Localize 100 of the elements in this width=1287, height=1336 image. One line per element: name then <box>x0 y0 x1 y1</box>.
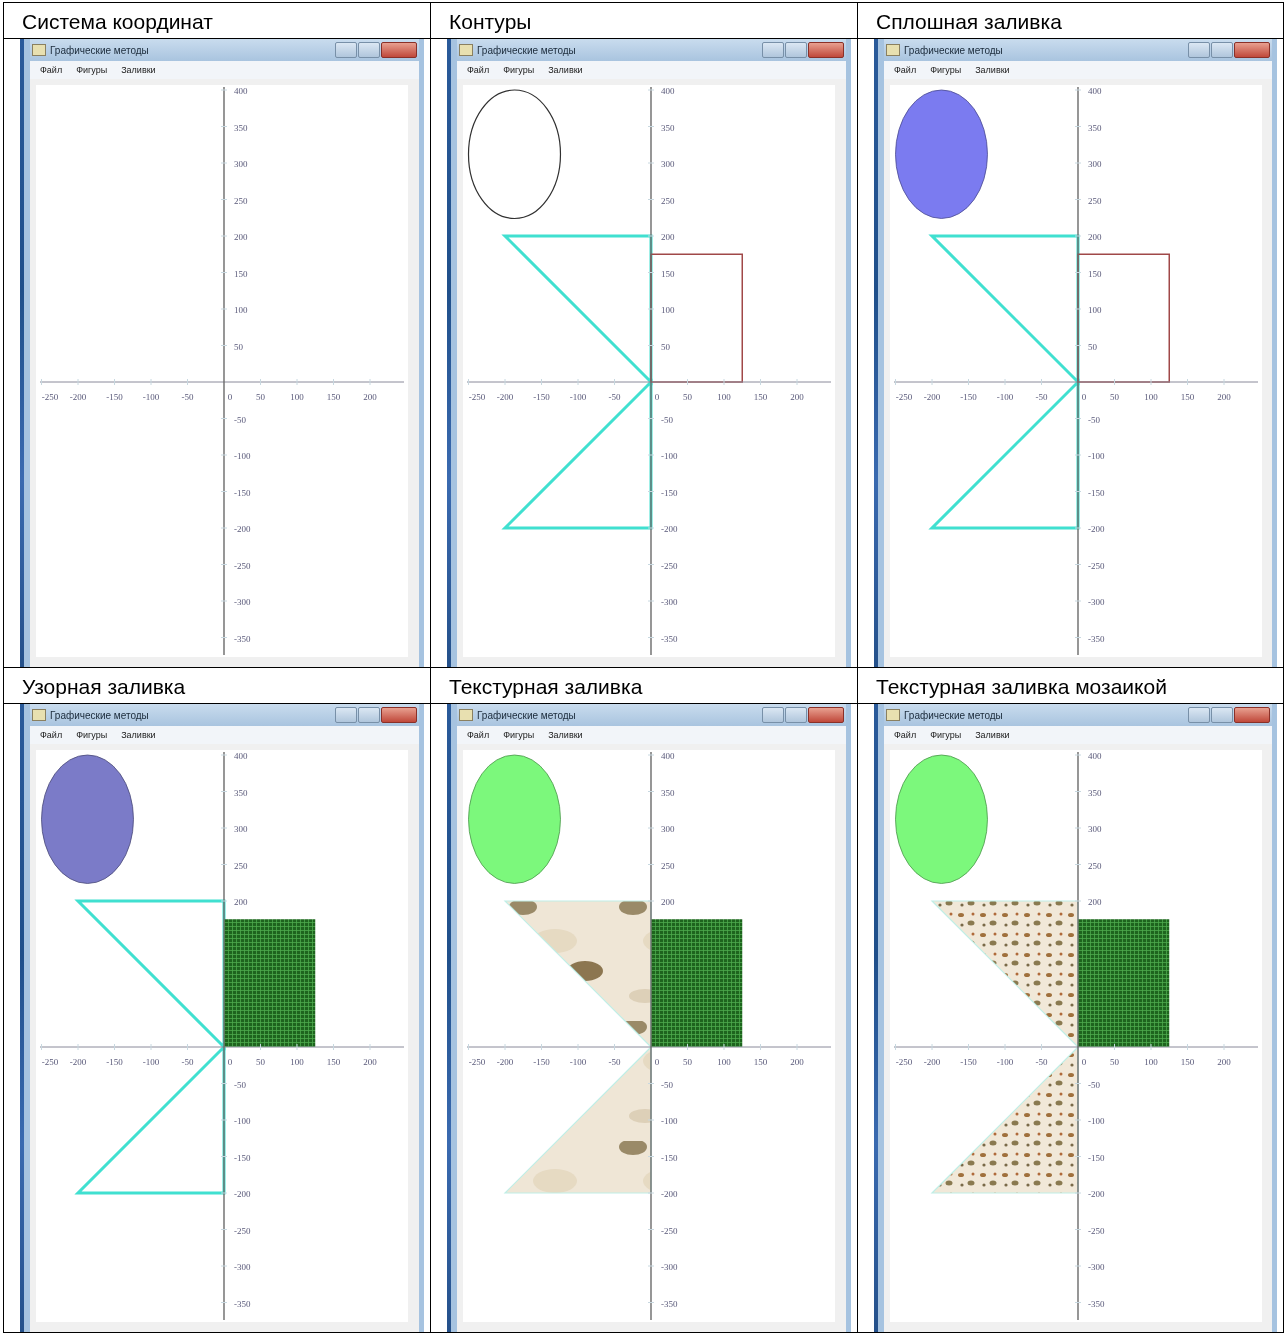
minimize-button[interactable] <box>762 707 784 723</box>
tick-label: 300 <box>661 159 675 169</box>
tick-label: -250 <box>234 1225 251 1236</box>
app-icon <box>886 709 900 721</box>
tick-label: 350 <box>661 787 675 798</box>
close-button[interactable] <box>381 707 417 723</box>
maximize-button[interactable] <box>1211 707 1233 723</box>
tick-label: -50 <box>661 1079 673 1090</box>
menu-item[interactable]: Файл <box>40 65 63 75</box>
tick-label: 0 <box>654 392 660 402</box>
tick-label: -100 <box>996 1057 1014 1067</box>
tick-label: 50 <box>661 341 670 352</box>
tick-label: 250 <box>1088 195 1102 206</box>
app-icon <box>459 709 473 721</box>
tick-label: -100 <box>661 1116 678 1126</box>
tick-label: -150 <box>533 1057 550 1067</box>
tick-label: 50 <box>1110 392 1119 402</box>
tick-label: 100 <box>1144 392 1158 402</box>
tick-label: 50 <box>1088 341 1097 352</box>
tick-label: -250 <box>468 392 486 402</box>
tick-label: 100 <box>1088 305 1102 315</box>
close-button[interactable] <box>381 42 417 58</box>
tick-label: 200 <box>790 392 804 402</box>
close-button[interactable] <box>1234 707 1270 723</box>
menu-item[interactable]: Фигуры <box>930 65 962 75</box>
tick-label: -50 <box>1035 1057 1048 1067</box>
tick-label: -50 <box>1035 392 1048 402</box>
app-icon <box>32 44 46 56</box>
menu-item[interactable]: Заливки <box>121 730 156 740</box>
tick-label: -350 <box>1088 1298 1105 1309</box>
tick-label: 400 <box>1088 86 1102 96</box>
tick-label: -150 <box>1088 487 1105 498</box>
tick-label: 250 <box>234 860 248 871</box>
tick-label: -350 <box>1088 633 1105 644</box>
tick-label: -100 <box>234 1116 251 1126</box>
tick-label: 200 <box>234 232 248 242</box>
window-title: Графические методы <box>904 44 1003 56</box>
maximize-button[interactable] <box>358 707 380 723</box>
tick-label: -50 <box>181 392 194 402</box>
tick-label: 400 <box>234 751 248 761</box>
close-button[interactable] <box>808 707 844 723</box>
tick-label: 150 <box>326 392 341 402</box>
tick-label: -250 <box>1088 560 1105 571</box>
tick-label: 0 <box>654 1057 660 1067</box>
window-title: Графические методы <box>50 709 149 721</box>
tick-label: -300 <box>234 597 251 607</box>
menu-item[interactable]: Файл <box>467 65 490 75</box>
tick-label: 200 <box>661 897 675 907</box>
menu-item[interactable]: Фигуры <box>503 65 535 75</box>
tick-label: -300 <box>661 597 678 607</box>
tick-label: -250 <box>895 1057 913 1067</box>
menu-item[interactable]: Фигуры <box>76 730 108 740</box>
tick-label: -100 <box>142 1057 160 1067</box>
maximize-button[interactable] <box>785 707 807 723</box>
tick-label: -250 <box>468 1057 486 1067</box>
menu-item[interactable]: Заливки <box>975 65 1010 75</box>
tick-label: -200 <box>661 1189 678 1199</box>
menu-item[interactable]: Заливки <box>121 65 156 75</box>
tick-label: -350 <box>661 633 678 644</box>
tick-label: -150 <box>1088 1152 1105 1163</box>
menu-item[interactable]: Файл <box>894 730 917 740</box>
tick-label: -150 <box>661 487 678 498</box>
tick-label: 100 <box>661 305 675 315</box>
minimize-button[interactable] <box>1188 707 1210 723</box>
tick-label: 350 <box>234 122 248 133</box>
tick-label: -200 <box>923 392 941 402</box>
menu-item[interactable]: Файл <box>467 730 490 740</box>
menu-item[interactable]: Фигуры <box>503 730 535 740</box>
tick-label: -50 <box>661 414 673 425</box>
tick-label: -50 <box>608 1057 621 1067</box>
menu-item[interactable]: Заливки <box>975 730 1010 740</box>
maximize-button[interactable] <box>358 42 380 58</box>
menu-item[interactable]: Файл <box>40 730 63 740</box>
maximize-button[interactable] <box>1211 42 1233 58</box>
tick-label: 100 <box>717 392 731 402</box>
tick-label: -50 <box>181 1057 194 1067</box>
app-icon <box>886 44 900 56</box>
tick-label: -200 <box>923 1057 941 1067</box>
close-button[interactable] <box>808 42 844 58</box>
menu-item[interactable]: Фигуры <box>930 730 962 740</box>
tick-label: 250 <box>234 195 248 206</box>
tick-label: 50 <box>1110 1057 1119 1067</box>
menu-item[interactable]: Файл <box>894 65 917 75</box>
tick-label: -100 <box>569 392 587 402</box>
minimize-button[interactable] <box>335 42 357 58</box>
minimize-button[interactable] <box>1188 42 1210 58</box>
tick-label: -200 <box>496 1057 514 1067</box>
tick-label: 200 <box>790 1057 804 1067</box>
tick-label: 200 <box>1217 392 1231 402</box>
minimize-button[interactable] <box>335 707 357 723</box>
tick-label: -100 <box>234 451 251 461</box>
close-button[interactable] <box>1234 42 1270 58</box>
menu-item[interactable]: Заливки <box>548 65 583 75</box>
menu-item[interactable]: Фигуры <box>76 65 108 75</box>
tick-label: -100 <box>1088 451 1105 461</box>
tick-label: 100 <box>1144 1057 1158 1067</box>
menu-item[interactable]: Заливки <box>548 730 583 740</box>
minimize-button[interactable] <box>762 42 784 58</box>
tick-label: 100 <box>234 305 248 315</box>
maximize-button[interactable] <box>785 42 807 58</box>
